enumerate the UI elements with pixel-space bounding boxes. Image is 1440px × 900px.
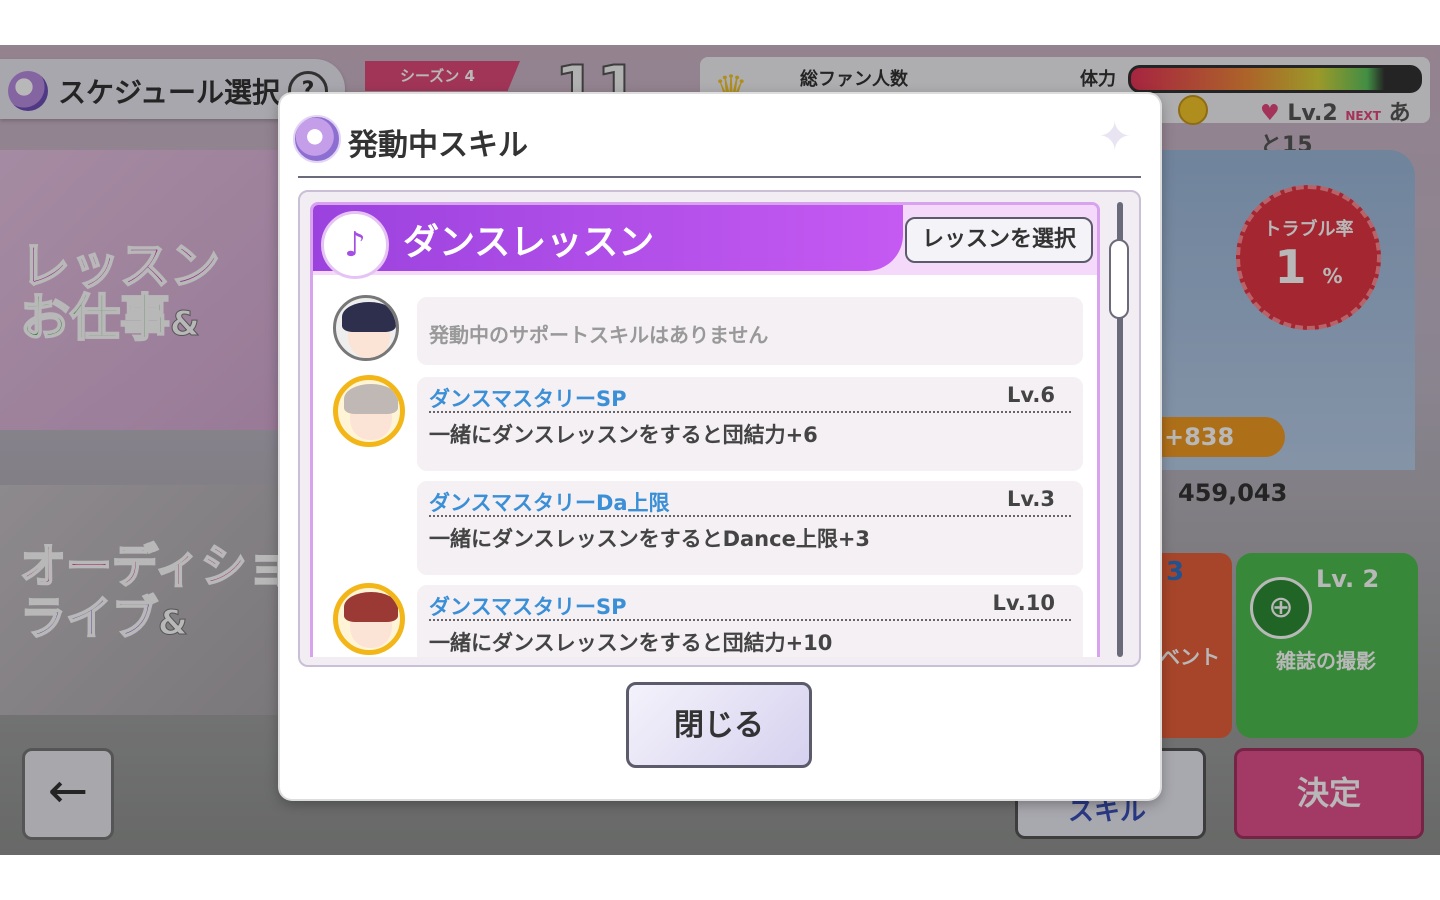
speaker-icon: ♪ [321,211,389,279]
sparkle-icon: ✦ [1098,114,1132,160]
close-button[interactable]: 閉じる [626,682,812,768]
skill-dialog-icon [293,115,341,163]
skill-list-frame: ♪ ダンスレッスン レッスンを選択 発動中のサポートスキルはありません ダンスマ… [298,190,1141,667]
avatar-hair [342,302,396,332]
skill-name: ダンスマスタリーDa上限 [429,491,670,515]
lesson-title: ダンスレッスン [403,222,655,263]
support-avatar [333,583,405,655]
skill-desc: 一緒にダンスレッスンをすると団結力+10 [429,631,833,655]
skill-desc: 一緒にダンスレッスンをするとDance上限+3 [429,527,871,551]
skill-list[interactable]: ♪ ダンスレッスン レッスンを選択 発動中のサポートスキルはありません ダンスマ… [310,202,1100,657]
avatar-hair [344,592,398,622]
scrollbar-thumb[interactable] [1109,239,1129,319]
active-skill-dialog: 発動中スキル ✦ ♪ ダンスレッスン レッスンを選択 発動中のサポートスキルはあ… [280,94,1160,799]
title-divider [298,176,1141,178]
idol-avatar [333,295,399,361]
skill-row-empty: 発動中のサポートスキルはありません [417,297,1083,365]
avatar-hair [344,384,398,414]
skill-desc: 一緒にダンスレッスンをすると団結力+6 [429,423,818,447]
skill-row: ダンスマスタリーSP Lv.6 一緒にダンスレッスンをすると団結力+6 [417,377,1083,471]
skill-row: ダンスマスタリーDa上限 Lv.3 一緒にダンスレッスンをするとDance上限+… [417,481,1083,575]
skill-name: ダンスマスタリーSP [429,387,627,411]
no-skill-text: 発動中のサポートスキルはありません [429,323,769,347]
skill-divider [429,619,1071,621]
support-avatar [333,375,405,447]
dialog-title: 発動中スキル [348,128,528,163]
skill-divider [429,515,1071,517]
skill-level: Lv.3 [1007,487,1055,511]
skill-level: Lv.10 [992,591,1055,615]
skill-row: ダンスマスタリーSP Lv.10 一緒にダンスレッスンをすると団結力+10 [417,585,1083,657]
lesson-header: ♪ ダンスレッスン [313,205,903,279]
skill-level: Lv.6 [1007,383,1055,407]
skill-divider [429,411,1071,413]
select-lesson-button[interactable]: レッスンを選択 [905,217,1093,263]
skill-name: ダンスマスタリーSP [429,595,627,619]
